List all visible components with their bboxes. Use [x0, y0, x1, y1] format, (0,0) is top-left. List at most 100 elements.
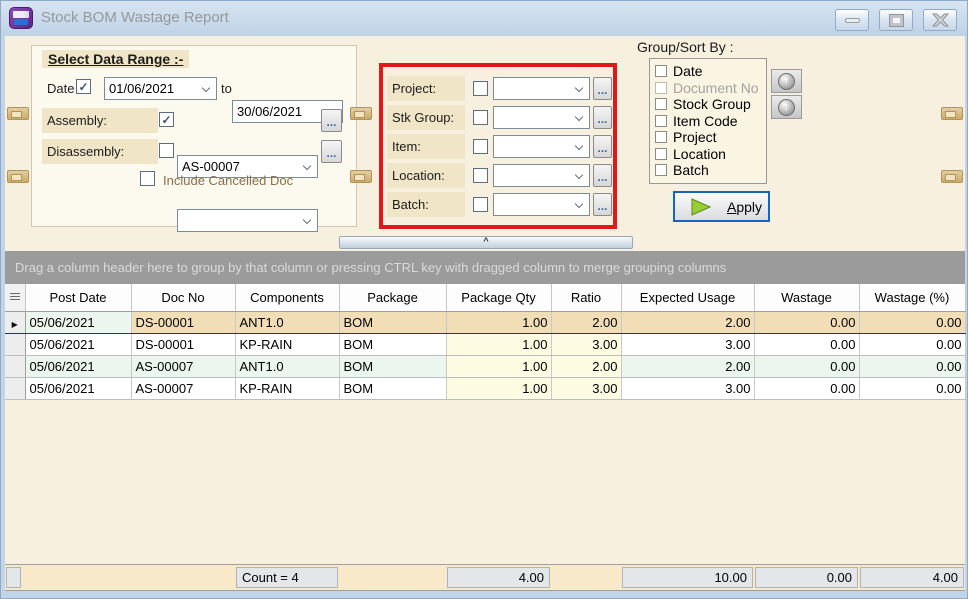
column-header-expected-usage[interactable]: Expected Usage	[621, 284, 754, 311]
group-checkbox-date[interactable]	[655, 65, 667, 77]
cell-ratio[interactable]: 2.00	[551, 355, 621, 377]
splitter-grip[interactable]	[941, 107, 963, 120]
cell-ratio[interactable]: 3.00	[551, 333, 621, 355]
cell-package[interactable]: BOM	[339, 311, 446, 333]
splitter-grip[interactable]	[7, 107, 29, 120]
collapse-splitter[interactable]	[339, 236, 633, 249]
group-option-date[interactable]: Date	[655, 63, 766, 80]
cell-ratio[interactable]: 2.00	[551, 311, 621, 333]
disassembly-more-button[interactable]: ...	[321, 140, 342, 163]
disassembly-combo[interactable]	[177, 209, 318, 232]
cell-post-date[interactable]: 05/06/2021	[25, 377, 131, 399]
filter-combo-location[interactable]	[493, 164, 590, 187]
cell-doc-no[interactable]: AS-00007	[131, 355, 235, 377]
group-option-batch[interactable]: Batch	[655, 162, 766, 179]
row-selector[interactable]	[5, 311, 25, 333]
more-button-batch[interactable]: ...	[593, 193, 612, 216]
group-checkbox-stock-group[interactable]	[655, 98, 667, 110]
assembly-more-button[interactable]: ...	[321, 109, 342, 132]
move-down-button[interactable]	[771, 95, 802, 119]
filter-checkbox-batch[interactable]	[473, 197, 488, 212]
cell-components[interactable]: ANT1.0	[235, 355, 339, 377]
more-button-location[interactable]: ...	[593, 164, 612, 187]
cell-post-date[interactable]: 05/06/2021	[25, 333, 131, 355]
filter-combo-project[interactable]	[493, 77, 590, 100]
cell-components[interactable]: KP-RAIN	[235, 377, 339, 399]
filter-checkbox-location[interactable]	[473, 168, 488, 183]
cell-wastage[interactable]: 0.00	[859, 333, 965, 355]
filter-combo-item[interactable]	[493, 135, 590, 158]
cell-package[interactable]: BOM	[339, 355, 446, 377]
filter-checkbox-item[interactable]	[473, 139, 488, 154]
group-by-drop-zone[interactable]: Drag a column header here to group by th…	[5, 251, 965, 284]
cell-expected-usage[interactable]: 2.00	[621, 355, 754, 377]
column-header-package-qty[interactable]: Package Qty	[446, 284, 551, 311]
group-checkbox-item-code[interactable]	[655, 115, 667, 127]
assembly-checkbox[interactable]	[159, 112, 174, 127]
cell-expected-usage[interactable]: 3.00	[621, 377, 754, 399]
cell-package-qty[interactable]: 1.00	[446, 333, 551, 355]
filter-combo-batch[interactable]	[493, 193, 590, 216]
maximize-button[interactable]	[879, 9, 913, 31]
column-header-wastage[interactable]: Wastage (%)	[859, 284, 965, 311]
row-selector[interactable]	[5, 355, 25, 377]
group-checkbox-location[interactable]	[655, 148, 667, 160]
column-header-doc-no[interactable]: Doc No	[131, 284, 235, 311]
column-header-components[interactable]: Components	[235, 284, 339, 311]
cell-package-qty[interactable]: 1.00	[446, 355, 551, 377]
cell-components[interactable]: ANT1.0	[235, 311, 339, 333]
date-from-combo[interactable]: 01/06/2021	[104, 77, 217, 100]
more-button-item[interactable]: ...	[593, 135, 612, 158]
cell-wastage[interactable]: 0.00	[754, 333, 859, 355]
cell-post-date[interactable]: 05/06/2021	[25, 311, 131, 333]
date-checkbox[interactable]	[76, 79, 91, 94]
splitter-grip[interactable]	[350, 170, 372, 183]
cell-package[interactable]: BOM	[339, 333, 446, 355]
cell-package[interactable]: BOM	[339, 377, 446, 399]
column-header-ratio[interactable]: Ratio	[551, 284, 621, 311]
cell-expected-usage[interactable]: 3.00	[621, 333, 754, 355]
cell-wastage[interactable]: 0.00	[754, 355, 859, 377]
cell-wastage[interactable]: 0.00	[754, 311, 859, 333]
group-option-location[interactable]: Location	[655, 146, 766, 163]
group-option-stock-group[interactable]: Stock Group	[655, 96, 766, 113]
column-header-package[interactable]: Package	[339, 284, 446, 311]
cell-doc-no[interactable]: DS-00001	[131, 311, 235, 333]
cell-doc-no[interactable]: AS-00007	[131, 377, 235, 399]
cell-components[interactable]: KP-RAIN	[235, 333, 339, 355]
cell-ratio[interactable]: 3.00	[551, 377, 621, 399]
column-chooser-header[interactable]	[5, 284, 25, 311]
apply-button[interactable]: Apply	[673, 191, 770, 222]
splitter-grip[interactable]	[941, 170, 963, 183]
cell-wastage[interactable]: 0.00	[859, 355, 965, 377]
disassembly-checkbox[interactable]	[159, 143, 174, 158]
filter-checkbox-stk-group[interactable]	[473, 110, 488, 125]
move-up-button[interactable]	[771, 69, 802, 93]
cell-expected-usage[interactable]: 2.00	[621, 311, 754, 333]
more-button-stk-group[interactable]: ...	[593, 106, 612, 129]
splitter-grip[interactable]	[350, 107, 372, 120]
column-header-post-date[interactable]: Post Date	[25, 284, 131, 311]
cell-package-qty[interactable]: 1.00	[446, 311, 551, 333]
cell-wastage[interactable]: 0.00	[859, 377, 965, 399]
filter-checkbox-project[interactable]	[473, 81, 488, 96]
include-cancelled-checkbox[interactable]	[140, 171, 155, 186]
group-checkbox-document-no[interactable]	[655, 82, 667, 94]
cell-wastage[interactable]: 0.00	[859, 311, 965, 333]
column-header-wastage[interactable]: Wastage	[754, 284, 859, 311]
group-checkbox-batch[interactable]	[655, 164, 667, 176]
splitter-grip[interactable]	[7, 170, 29, 183]
cell-wastage[interactable]: 0.00	[754, 377, 859, 399]
cell-post-date[interactable]: 05/06/2021	[25, 355, 131, 377]
group-option-item-code[interactable]: Item Code	[655, 113, 766, 130]
cell-doc-no[interactable]: DS-00001	[131, 333, 235, 355]
more-button-project[interactable]: ...	[593, 77, 612, 100]
group-option-project[interactable]: Project	[655, 129, 766, 146]
row-selector[interactable]	[5, 333, 25, 355]
minimize-button[interactable]	[835, 9, 869, 31]
group-checkbox-project[interactable]	[655, 131, 667, 143]
close-button[interactable]	[923, 9, 957, 31]
filter-combo-stk-group[interactable]	[493, 106, 590, 129]
group-option-document-no[interactable]: Document No	[655, 80, 766, 97]
cell-package-qty[interactable]: 1.00	[446, 377, 551, 399]
